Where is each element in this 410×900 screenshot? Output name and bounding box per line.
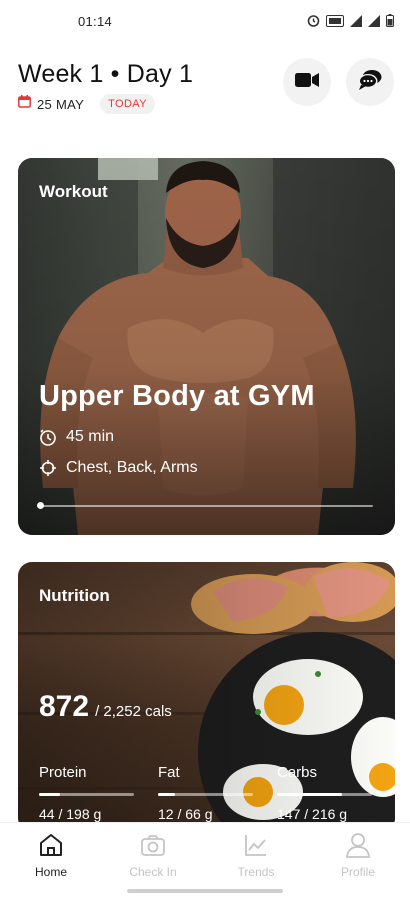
calories-consumed: 872 [39, 690, 90, 723]
camera-icon [139, 831, 167, 859]
status-bar: 01:14 [0, 0, 410, 44]
page-title: Week 1 • Day 1 [18, 60, 194, 88]
today-badge: TODAY [100, 94, 155, 114]
macro-value: 147 / 216 g [277, 806, 348, 822]
macro-value: 44 / 198 g [39, 806, 102, 822]
calendar-icon [18, 95, 31, 113]
nutrition-card[interactable]: Nutrition 872 / 2,252 cals Protein 44 / … [18, 562, 395, 832]
macro-label: Fat [158, 764, 180, 781]
nav-item-profile[interactable]: Profile [317, 831, 399, 879]
date-row: 25 MAY TODAY [18, 94, 155, 114]
nav-label-check-in: Check In [129, 865, 177, 879]
workout-duration: 45 min [39, 428, 114, 446]
nav-label-trends: Trends [237, 865, 275, 879]
macro-fat: Fat 12 / 66 g [158, 764, 258, 822]
status-time: 01:14 [78, 14, 113, 29]
macro-progress-fill [277, 793, 342, 796]
volte-icon [326, 14, 344, 27]
nav-item-home[interactable]: Home [10, 831, 92, 879]
workout-muscles-text: Chest, Back, Arms [66, 459, 198, 476]
video-call-button[interactable] [283, 58, 331, 106]
nav-label-profile: Profile [340, 865, 375, 879]
chat-bubbles-icon [358, 69, 382, 96]
calories-goal: / 2,252 cals [95, 703, 172, 720]
workout-title: Upper Body at GYM [39, 380, 315, 412]
workout-duration-text: 45 min [66, 428, 115, 445]
chat-button[interactable] [346, 58, 394, 106]
nav-item-trends[interactable]: Trends [215, 831, 297, 879]
chart-icon [242, 831, 270, 859]
target-icon [39, 459, 57, 477]
calories-summary: 872 / 2,252 cals [39, 690, 172, 724]
workout-card[interactable]: Workout Upper Body at GYM 45 min Chest, … [18, 158, 395, 535]
nutrition-label: Nutrition [39, 586, 110, 605]
home-indicator [127, 889, 283, 893]
macro-protein: Protein 44 / 198 g [39, 764, 139, 822]
workout-muscles: Chest, Back, Arms [39, 459, 198, 477]
macro-progress-fill [39, 793, 60, 796]
profile-icon [344, 831, 372, 859]
macro-progress-fill [158, 793, 176, 796]
header: Week 1 • Day 1 25 MAY TODAY [0, 52, 410, 122]
status-icons [307, 14, 394, 27]
workout-label: Workout [39, 182, 108, 201]
nav-item-check-in[interactable]: Check In [112, 831, 194, 879]
video-camera-icon [295, 72, 319, 93]
macro-value: 12 / 66 g [158, 806, 213, 822]
macro-progress-bar [158, 793, 253, 796]
workout-photo-overlay [18, 158, 395, 535]
macro-carbs: Carbs 147 / 216 g [277, 764, 377, 822]
macro-progress-bar [39, 793, 134, 796]
home-icon [37, 831, 65, 859]
battery-icon [386, 14, 394, 27]
macro-progress-bar [277, 793, 372, 796]
workout-progress-dot [37, 502, 44, 509]
timer-icon [39, 428, 57, 446]
macro-label: Protein [39, 764, 87, 781]
alarm-icon [307, 14, 320, 27]
macro-label: Carbs [277, 764, 318, 781]
workout-progress-bar [37, 502, 373, 509]
signal-icon [350, 14, 362, 27]
date-label: 25 MAY [37, 96, 85, 112]
signal-icon-2 [368, 14, 380, 27]
nav-label-home: Home [34, 865, 67, 879]
